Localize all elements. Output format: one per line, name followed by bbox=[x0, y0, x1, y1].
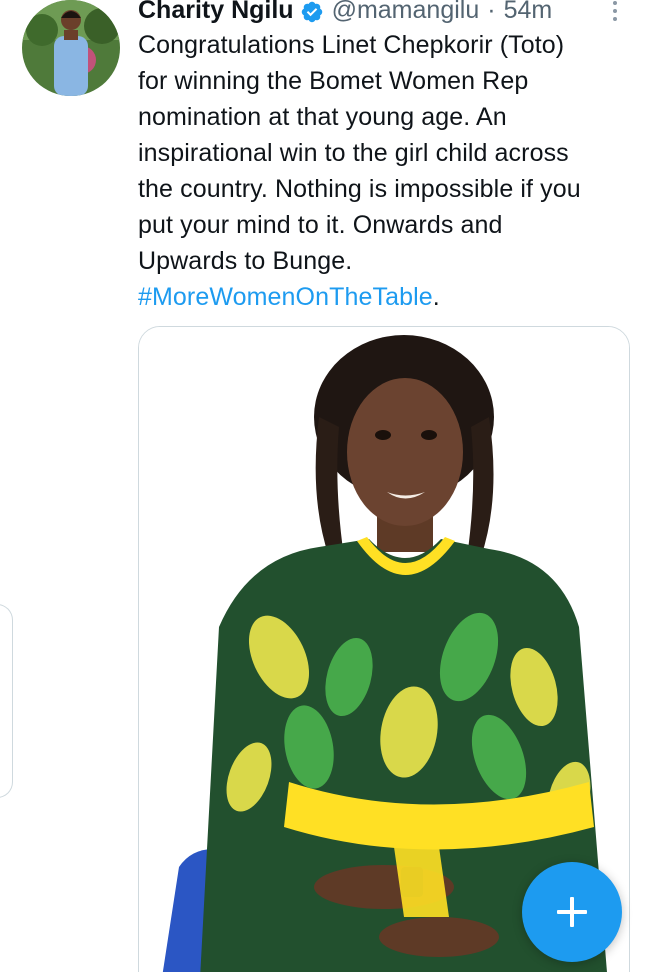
tweet-body: Congratulations Linet Chepkorir (Toto) f… bbox=[138, 31, 581, 275]
avatar[interactable] bbox=[22, 0, 120, 96]
verified-badge-icon bbox=[300, 0, 324, 23]
plus-icon bbox=[557, 897, 587, 927]
header-separator: · bbox=[487, 0, 496, 24]
tweet-trailing: . bbox=[432, 283, 440, 311]
compose-tweet-button[interactable] bbox=[522, 862, 622, 962]
hashtag-link[interactable]: #MoreWomenOnTheTable bbox=[138, 283, 433, 311]
tweet-text: Congratulations Linet Chepkorir (Toto) f… bbox=[138, 27, 638, 315]
side-panel-edge bbox=[0, 604, 13, 798]
author-name[interactable]: Charity Ngilu bbox=[138, 0, 294, 28]
author-handle[interactable]: @mamangilu bbox=[332, 0, 480, 28]
tweet-timestamp[interactable]: 54m bbox=[504, 0, 553, 28]
more-vertical-icon[interactable] bbox=[608, 0, 622, 22]
tweet-header: Charity Ngilu @mamangilu · 54m bbox=[138, 0, 552, 28]
tweet[interactable]: Charity Ngilu @mamangilu · 54m Congratul… bbox=[0, 0, 651, 972]
